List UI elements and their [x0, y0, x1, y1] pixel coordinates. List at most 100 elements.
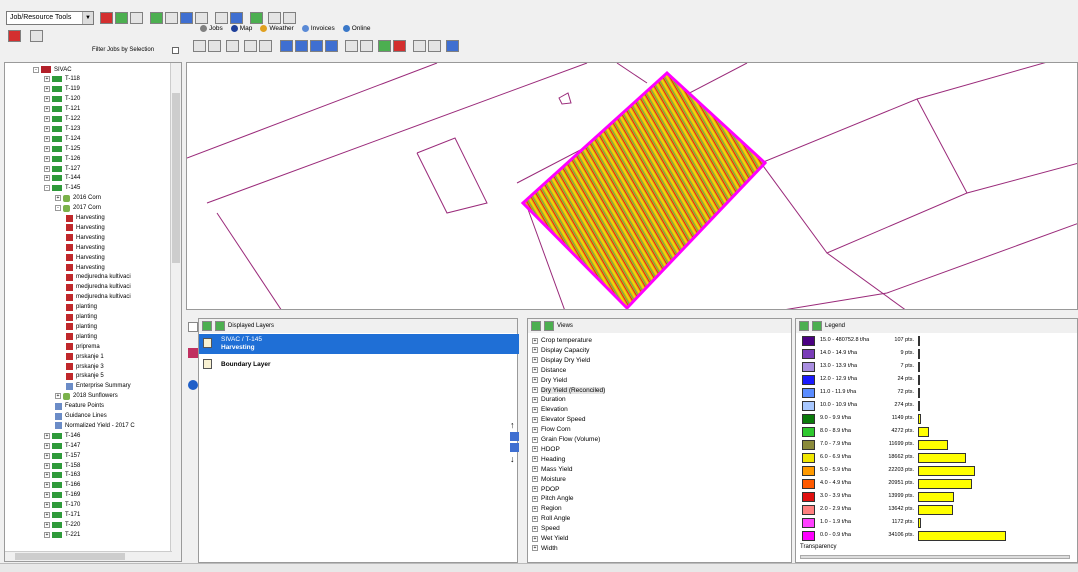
- draw-icon[interactable]: [360, 40, 373, 52]
- expand-icon[interactable]: +: [532, 347, 538, 354]
- info-icon[interactable]: [188, 380, 198, 390]
- legend-row[interactable]: 10.0 - 10.9 t/ha 274 pts.: [796, 400, 1077, 412]
- expand-icon[interactable]: +: [532, 416, 538, 423]
- expand-icon[interactable]: +: [44, 125, 50, 132]
- tree-item[interactable]: + T-163: [44, 471, 80, 480]
- tree-item[interactable]: + T-123: [44, 124, 80, 133]
- tree-item[interactable]: planting: [66, 332, 97, 341]
- legend-row[interactable]: 3.0 - 3.9 t/ha 13999 pts.: [796, 491, 1077, 503]
- legend-row[interactable]: 8.0 - 8.9 t/ha 4272 pts.: [796, 426, 1077, 438]
- expand-icon[interactable]: +: [532, 486, 538, 492]
- expand-icon[interactable]: +: [44, 512, 50, 518]
- export-icon[interactable]: [283, 12, 296, 24]
- view-item[interactable]: + Display Capacity: [532, 346, 589, 355]
- collapse-icon[interactable]: -: [55, 205, 61, 212]
- refresh-icon[interactable]: [202, 321, 212, 331]
- expand-icon[interactable]: +: [44, 432, 50, 439]
- legend-row[interactable]: 6.0 - 6.9 t/ha 18662 pts.: [796, 452, 1077, 464]
- tree-item[interactable]: medjuredna kultivaci: [66, 283, 131, 292]
- tree-item[interactable]: planting: [66, 322, 97, 331]
- grid-icon[interactable]: [130, 12, 143, 24]
- legend-swatch[interactable]: [802, 453, 815, 463]
- legend-row[interactable]: 7.0 - 7.9 t/ha 11699 pts.: [796, 439, 1077, 451]
- view-item[interactable]: + Pitch Angle: [532, 494, 574, 503]
- legend-swatch[interactable]: [802, 336, 815, 346]
- tree-item[interactable]: + T-169: [44, 491, 80, 500]
- view-item[interactable]: + PDOP: [532, 485, 559, 494]
- legend-swatch[interactable]: [802, 375, 815, 385]
- tree-item[interactable]: + T-119: [44, 85, 80, 94]
- legend-swatch[interactable]: [802, 349, 815, 359]
- legend-row[interactable]: 0.0 - 0.9 t/ha 34106 pts.: [796, 530, 1077, 542]
- expand-icon[interactable]: +: [532, 396, 538, 403]
- view-item[interactable]: + Width: [532, 544, 558, 553]
- legend-icon[interactable]: [799, 321, 809, 331]
- tree-item[interactable]: Harvesting: [66, 233, 105, 242]
- expand-icon[interactable]: +: [532, 387, 538, 393]
- expand-icon[interactable]: +: [532, 505, 538, 512]
- find-icon[interactable]: [345, 40, 358, 52]
- tree-item[interactable]: Normalized Yield - 2017 C: [55, 421, 135, 430]
- tree-item[interactable]: + T-125: [44, 144, 80, 153]
- layers-icon[interactable]: [165, 12, 178, 24]
- tree-item[interactable]: + T-166: [44, 481, 80, 490]
- expand-icon[interactable]: +: [55, 195, 61, 202]
- tree-item[interactable]: +2018 Sunflowers: [55, 392, 118, 401]
- zoom-tool-icon[interactable]: [259, 40, 272, 52]
- legend-row[interactable]: 9.0 - 9.9 t/ha 1149 pts.: [796, 413, 1077, 425]
- legend-swatch[interactable]: [802, 362, 815, 372]
- expand-icon[interactable]: +: [44, 531, 50, 538]
- legend-swatch[interactable]: [802, 388, 815, 398]
- tree-item[interactable]: Guidance Lines: [55, 412, 107, 421]
- play-icon[interactable]: [413, 40, 426, 52]
- legend-swatch[interactable]: [802, 414, 815, 424]
- tree-item[interactable]: prskanje 5: [66, 372, 104, 381]
- view-item[interactable]: + Elevation: [532, 405, 568, 414]
- tree-item[interactable]: + T-221: [44, 530, 80, 539]
- expand-icon[interactable]: +: [532, 446, 538, 453]
- view-item[interactable]: + Wet Yield: [532, 534, 568, 543]
- expand-icon[interactable]: +: [44, 472, 50, 479]
- tree-item[interactable]: + T-158: [44, 461, 80, 470]
- layers-panel-icon[interactable]: [188, 322, 198, 332]
- info-tool-icon[interactable]: [226, 40, 239, 52]
- tree-item[interactable]: - T-145: [44, 184, 80, 193]
- tree-item[interactable]: - SIVAC: [33, 65, 72, 74]
- field-icon[interactable]: [115, 12, 128, 24]
- legend-row[interactable]: 4.0 - 4.9 t/ha 20951 pts.: [796, 478, 1077, 490]
- add-icon[interactable]: [250, 12, 263, 24]
- tree-item[interactable]: Feature Points: [55, 402, 104, 411]
- harvest-icon[interactable]: [100, 12, 113, 24]
- legend-edit-icon[interactable]: [812, 321, 822, 331]
- tree-item[interactable]: + T-120: [44, 95, 80, 104]
- view-item[interactable]: + Grain Flow (Volume): [532, 435, 600, 444]
- layer-props-icon[interactable]: [188, 348, 198, 358]
- expand-icon[interactable]: +: [44, 106, 50, 113]
- map-layer-icon[interactable]: [378, 40, 391, 52]
- tools-combo[interactable]: Job/Resource Tools ▼: [6, 11, 94, 25]
- zoom-extent-icon[interactable]: [310, 40, 323, 52]
- measure-icon[interactable]: [244, 40, 257, 52]
- view-item[interactable]: + Distance: [532, 366, 566, 375]
- arrow-down-icon[interactable]: ↓: [510, 454, 522, 464]
- legend-swatch[interactable]: [802, 401, 815, 411]
- expand-icon[interactable]: +: [532, 367, 538, 374]
- tree-item[interactable]: Harvesting: [66, 243, 105, 252]
- view-item[interactable]: + Elevator Speed: [532, 415, 585, 424]
- tree-item[interactable]: + T-126: [44, 154, 80, 163]
- expand-icon[interactable]: +: [532, 466, 538, 473]
- tree-scroll-thumb[interactable]: [172, 93, 180, 263]
- expand-icon[interactable]: +: [532, 357, 538, 364]
- arrow-up-icon[interactable]: ↑: [510, 420, 522, 430]
- expand-icon[interactable]: +: [44, 482, 50, 489]
- tree-item[interactable]: medjuredna kultivaci: [66, 293, 131, 302]
- table-icon[interactable]: [215, 12, 228, 24]
- tree-item[interactable]: priprema: [66, 342, 100, 351]
- legend-swatch[interactable]: [802, 505, 815, 515]
- filter-checkbox[interactable]: [172, 47, 179, 54]
- expand-icon[interactable]: +: [44, 462, 50, 469]
- view-item[interactable]: + Moisture: [532, 475, 566, 484]
- view-item[interactable]: + Roll Angle: [532, 514, 570, 523]
- zoom-in-icon[interactable]: [280, 40, 293, 52]
- tree-item[interactable]: + T-146: [44, 431, 80, 440]
